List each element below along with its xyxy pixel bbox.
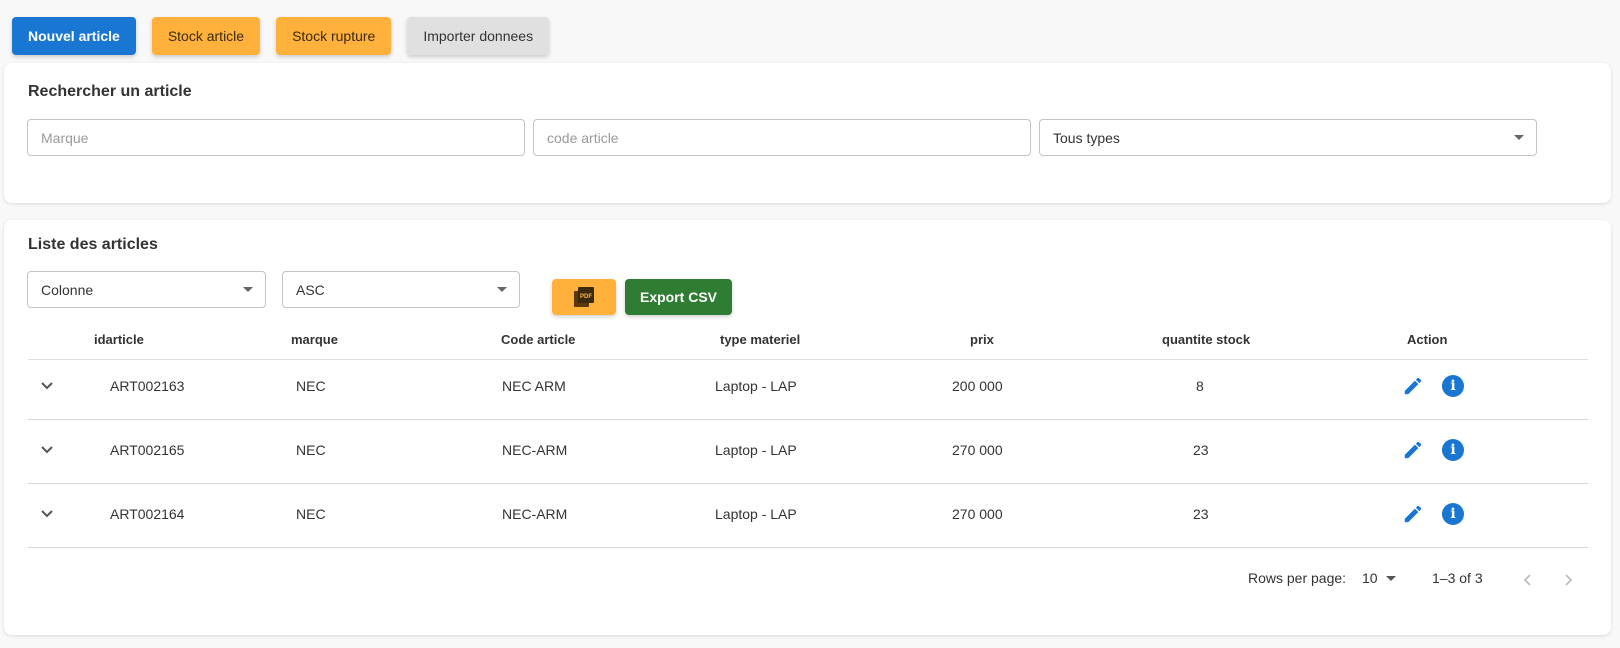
rows-per-page-select[interactable]: 10 xyxy=(1362,570,1396,586)
edit-icon[interactable] xyxy=(1402,439,1424,461)
pdf-icon-text: PDF xyxy=(580,294,592,300)
cell-prix: 270 000 xyxy=(952,442,1003,458)
cell-idarticle: ART002165 xyxy=(110,442,185,458)
search-card: Rechercher un article Tous types xyxy=(4,63,1611,203)
table-row: ART002164 NEC NEC-ARM Laptop - LAP 270 0… xyxy=(28,482,1588,548)
table-row: ART002165 NEC NEC-ARM Laptop - LAP 270 0… xyxy=(28,418,1588,484)
import-data-button[interactable]: Importer donnees xyxy=(407,17,550,55)
new-article-button[interactable]: Nouvel article xyxy=(12,17,136,55)
export-csv-button[interactable]: Export CSV xyxy=(625,279,732,315)
chevron-down-icon[interactable] xyxy=(40,381,54,391)
caret-down-icon xyxy=(1385,575,1396,581)
table-row: ART002163 NEC NEC ARM Laptop - LAP 200 0… xyxy=(28,354,1588,420)
type-select[interactable]: Tous types xyxy=(1039,119,1537,156)
cell-quantite-stock: 23 xyxy=(1193,442,1209,458)
column-header-marque[interactable]: marque xyxy=(291,332,338,347)
info-icon[interactable]: i xyxy=(1442,439,1464,461)
cell-marque: NEC xyxy=(296,442,326,458)
stock-rupture-button[interactable]: Stock rupture xyxy=(276,17,392,55)
cell-type-materiel: Laptop - LAP xyxy=(715,506,797,522)
marque-input[interactable] xyxy=(41,129,511,146)
articles-card: Liste des articles Colonne ASC PDF Expor… xyxy=(4,220,1611,635)
list-title: Liste des articles xyxy=(28,236,158,253)
chevron-down-icon[interactable] xyxy=(40,509,54,519)
pagination-range: 1–3 of 3 xyxy=(1432,570,1483,586)
info-icon[interactable]: i xyxy=(1442,503,1464,525)
rows-per-page-value: 10 xyxy=(1362,570,1378,586)
cell-marque: NEC xyxy=(296,378,326,394)
chevron-right-icon[interactable] xyxy=(1562,573,1574,587)
caret-down-icon xyxy=(243,287,253,292)
cell-code-article: NEC-ARM xyxy=(502,506,568,522)
caret-down-icon xyxy=(497,287,507,292)
sort-order-select[interactable]: ASC xyxy=(282,271,520,308)
column-header-quantite-stock[interactable]: quantite stock xyxy=(1162,332,1250,347)
sort-order-value: ASC xyxy=(296,281,325,298)
cell-prix: 270 000 xyxy=(952,506,1003,522)
cell-code-article: NEC ARM xyxy=(502,378,566,394)
pdf-icon: PDF xyxy=(574,287,594,307)
code-article-field[interactable] xyxy=(533,119,1031,156)
cell-quantite-stock: 8 xyxy=(1196,378,1204,394)
column-header-code-article[interactable]: Code article xyxy=(501,332,575,347)
chevron-down-icon[interactable] xyxy=(40,445,54,455)
cell-marque: NEC xyxy=(296,506,326,522)
info-icon[interactable]: i xyxy=(1442,375,1464,397)
edit-icon[interactable] xyxy=(1402,375,1424,397)
cell-type-materiel: Laptop - LAP xyxy=(715,442,797,458)
code-article-input[interactable] xyxy=(547,129,1017,146)
chevron-left-icon[interactable] xyxy=(1522,573,1534,587)
cell-idarticle: ART002164 xyxy=(110,506,185,522)
pdf-export-button[interactable]: PDF xyxy=(552,279,616,315)
toolbar: Nouvel article Stock article Stock ruptu… xyxy=(12,17,550,55)
column-header-idarticle[interactable]: idarticle xyxy=(94,332,144,347)
cell-code-article: NEC-ARM xyxy=(502,442,568,458)
marque-field[interactable] xyxy=(27,119,525,156)
cell-quantite-stock: 23 xyxy=(1193,506,1209,522)
sort-column-select[interactable]: Colonne xyxy=(27,271,266,308)
rows-per-page-label: Rows per page: xyxy=(1248,570,1347,586)
cell-type-materiel: Laptop - LAP xyxy=(715,378,797,394)
search-title: Rechercher un article xyxy=(28,83,192,100)
column-header-prix[interactable]: prix xyxy=(970,332,994,347)
sort-column-value: Colonne xyxy=(41,281,94,298)
caret-down-icon xyxy=(1514,135,1524,140)
edit-icon[interactable] xyxy=(1402,503,1424,525)
column-header-type-materiel[interactable]: type materiel xyxy=(720,332,800,347)
cell-idarticle: ART002163 xyxy=(110,378,185,394)
type-select-value: Tous types xyxy=(1053,129,1120,146)
cell-prix: 200 000 xyxy=(952,378,1003,394)
column-header-action: Action xyxy=(1407,332,1448,347)
stock-article-button[interactable]: Stock article xyxy=(151,17,261,55)
